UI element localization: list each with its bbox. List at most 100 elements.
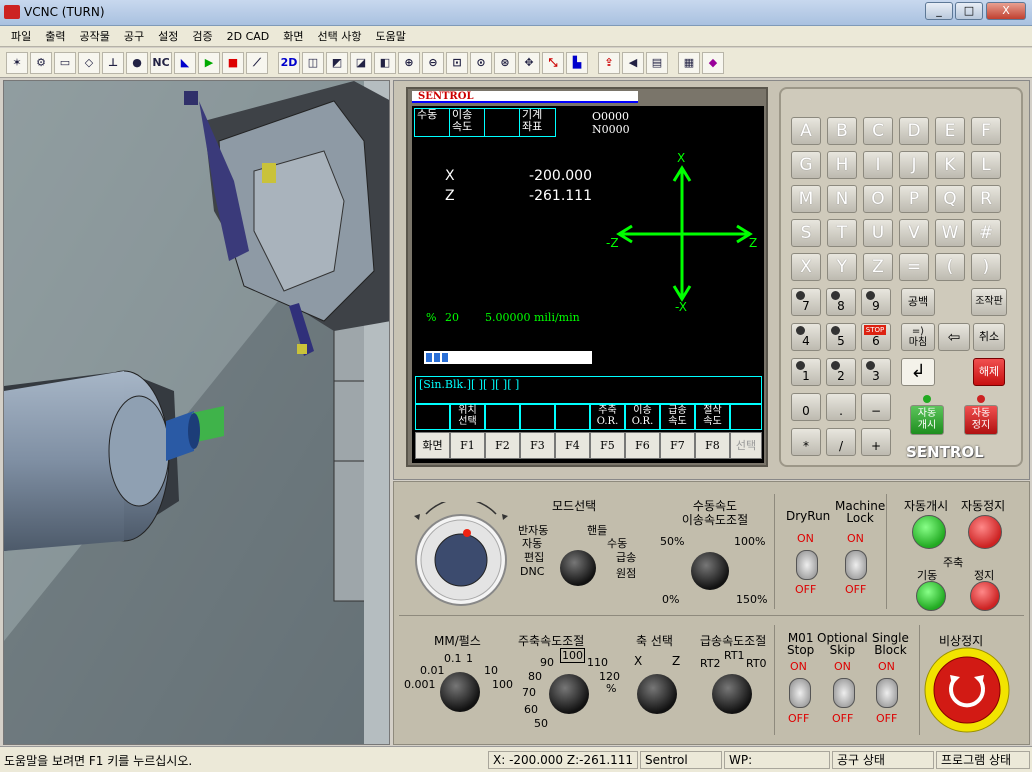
auto-stop-button[interactable] — [968, 515, 1002, 549]
key-number[interactable]: − — [861, 393, 891, 421]
key-letter[interactable]: G — [791, 151, 821, 179]
open-folder-icon[interactable]: ▭ — [54, 51, 76, 74]
key-number[interactable]: 7 — [791, 288, 821, 316]
key-number[interactable]: / — [826, 428, 856, 456]
key-letter[interactable]: J — [899, 151, 929, 179]
key-letter[interactable]: P — [899, 185, 929, 213]
key-number[interactable]: 0 — [791, 393, 821, 421]
view-iso-icon[interactable]: ◩ — [326, 51, 348, 74]
machine-lock-switch[interactable] — [845, 550, 867, 580]
key-number[interactable]: 9 — [861, 288, 891, 316]
enter-key-icon[interactable]: ↲ — [901, 358, 935, 386]
eraser-icon[interactable]: ◇ — [78, 51, 100, 74]
key-letter[interactable]: Q — [935, 185, 965, 213]
key-letter[interactable]: H — [827, 151, 857, 179]
view-2d-button[interactable]: 2D — [278, 51, 300, 74]
maximize-button[interactable]: □ — [955, 2, 983, 20]
pan-icon[interactable]: ✥ — [518, 51, 540, 74]
key-number[interactable]: . — [826, 393, 856, 421]
machine-3d-view[interactable] — [3, 80, 390, 745]
tool-icon[interactable]: ⊥ — [102, 51, 124, 74]
m01-stop-switch[interactable] — [789, 678, 811, 708]
key-letter[interactable]: # — [971, 219, 1001, 247]
menu-2dcad[interactable]: 2D CAD — [220, 30, 277, 43]
spindle-speed-knob[interactable] — [549, 674, 589, 714]
key-letter[interactable]: Z — [863, 253, 893, 281]
key-letter[interactable]: S — [791, 219, 821, 247]
stop-icon[interactable]: ■ — [222, 51, 244, 74]
key-letter[interactable]: L — [971, 151, 1001, 179]
cancel-key[interactable]: 취소 — [973, 323, 1005, 351]
key-letter[interactable]: B — [827, 117, 857, 145]
flag-icon[interactable]: ◣ — [174, 51, 196, 74]
zoom-out-icon[interactable]: ⊖ — [422, 51, 444, 74]
end-key[interactable]: =⟩ 마침 — [901, 323, 935, 351]
play-icon[interactable]: ▶ — [198, 51, 220, 74]
key-letter[interactable]: W — [935, 219, 965, 247]
key-letter[interactable]: D — [899, 117, 929, 145]
axis-icon[interactable]: ⤡ — [542, 51, 564, 74]
color-icon[interactable]: ▙ — [566, 51, 588, 74]
key-number[interactable]: * — [791, 428, 821, 456]
spindle-start-button[interactable] — [916, 581, 946, 611]
mode-select-knob[interactable] — [560, 550, 596, 586]
zoom-fit-icon[interactable]: ⊙ — [470, 51, 492, 74]
key-letter[interactable]: Y — [827, 253, 857, 281]
menu-help[interactable]: 도움말 — [369, 28, 413, 44]
zoom-in-icon[interactable]: ⊕ — [398, 51, 420, 74]
menu-output[interactable]: 출력 — [38, 28, 72, 44]
optional-skip-switch[interactable] — [833, 678, 855, 708]
gear-icon[interactable]: ⚙ — [30, 51, 52, 74]
key-number[interactable]: 1 — [791, 358, 821, 386]
key-letter[interactable]: E — [935, 117, 965, 145]
key-letter[interactable]: T — [827, 219, 857, 247]
rapid-speed-knob[interactable] — [712, 674, 752, 714]
menu-settings[interactable]: 설정 — [151, 28, 185, 44]
softkey-f8[interactable]: F8 — [695, 432, 730, 459]
close-button[interactable]: X — [986, 2, 1026, 20]
feed-override-knob[interactable] — [691, 552, 729, 590]
softkey-f1[interactable]: F1 — [450, 432, 485, 459]
mm-pulse-knob[interactable] — [440, 672, 480, 712]
key-letter[interactable]: O — [863, 185, 893, 213]
key-number[interactable]: 3 — [861, 358, 891, 386]
zoom-all-icon[interactable]: ⊛ — [494, 51, 516, 74]
ruler-icon[interactable]: ⟋ — [246, 51, 268, 74]
axis-select-knob[interactable] — [637, 674, 677, 714]
view-side-icon[interactable]: ◧ — [374, 51, 396, 74]
key-letter[interactable]: R — [971, 185, 1001, 213]
document-icon[interactable]: ▤ — [646, 51, 668, 74]
key-number[interactable]: + — [861, 428, 891, 456]
zoom-window-icon[interactable]: ⊡ — [446, 51, 468, 74]
book-icon[interactable]: ◆ — [702, 51, 724, 74]
softkey-screen[interactable]: 화면 — [415, 432, 450, 459]
key-number[interactable]: 5 — [826, 323, 856, 351]
softkey-f4[interactable]: F4 — [555, 432, 590, 459]
softkey-f7[interactable]: F7 — [660, 432, 695, 459]
menu-verify[interactable]: 검증 — [185, 28, 219, 44]
key-number[interactable]: 8 — [826, 288, 856, 316]
menu-file[interactable]: 파일 — [4, 28, 38, 44]
menu-tool[interactable]: 공구 — [117, 28, 151, 44]
key-letter[interactable]: K — [935, 151, 965, 179]
softkey-f2[interactable]: F2 — [485, 432, 520, 459]
key-number[interactable]: 4 — [791, 323, 821, 351]
auto-start-key[interactable]: 자동 개시 — [910, 405, 944, 435]
softkey-f3[interactable]: F3 — [520, 432, 555, 459]
back-arrow-icon[interactable]: ⇦ — [938, 323, 970, 351]
sound-icon[interactable]: ◀ — [622, 51, 644, 74]
key-letter[interactable]: U — [863, 219, 893, 247]
key-letter[interactable]: ) — [971, 253, 1001, 281]
menu-options[interactable]: 선택 사항 — [311, 28, 369, 44]
key-letter[interactable]: I — [863, 151, 893, 179]
key-letter[interactable]: M — [791, 185, 821, 213]
magic-wand-icon[interactable]: ✶ — [6, 51, 28, 74]
auto-start-button[interactable] — [912, 515, 946, 549]
key-letter[interactable]: C — [863, 117, 893, 145]
key-letter[interactable]: N — [827, 185, 857, 213]
softkey-select[interactable]: 선택 — [730, 432, 762, 459]
single-block-switch[interactable] — [876, 678, 898, 708]
key-letter[interactable]: X — [791, 253, 821, 281]
emergency-stop-button[interactable] — [924, 647, 1010, 733]
nc-button[interactable]: NC — [150, 51, 172, 74]
